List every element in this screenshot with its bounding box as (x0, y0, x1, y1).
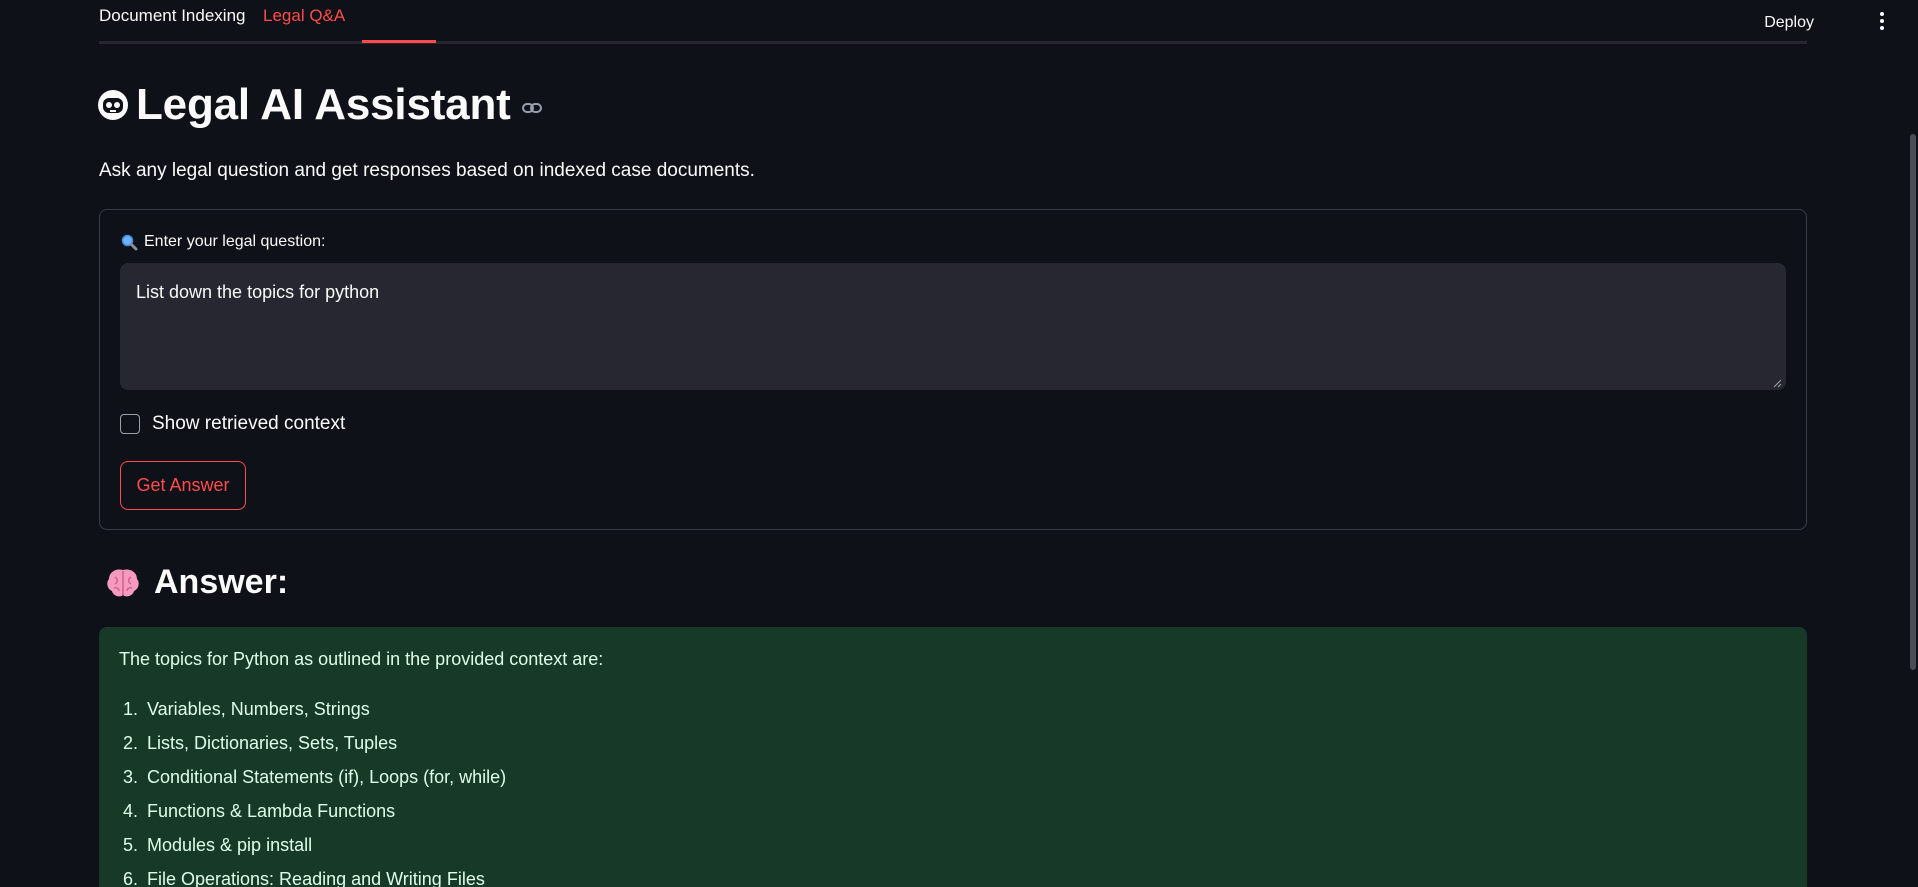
answer-intro: The topics for Python as outlined in the… (119, 649, 604, 669)
tab-bar: Document Indexing Legal Q&A (99, 0, 1807, 44)
tab-legal-qa[interactable]: Legal Q&A (263, 6, 345, 26)
question-label-row: Enter your legal question: (120, 233, 325, 251)
tab-document-indexing[interactable]: Document Indexing (99, 6, 245, 26)
get-answer-button[interactable]: Get Answer (120, 461, 246, 510)
active-tab-indicator (362, 40, 436, 43)
list-item: 3. Conditional Statements (if), Loops (fo… (123, 767, 507, 787)
answer-heading: Answer: (104, 563, 288, 602)
question-form: Enter your legal question: List down the… (99, 209, 1807, 530)
answer-box: The topics for Python as outlined in the… (99, 627, 1807, 887)
list-item: 5. Modules & pip install (123, 835, 313, 855)
link-icon[interactable] (521, 97, 543, 119)
list-item: 4. Functions & Lambda Functions (123, 801, 396, 821)
app-root: Document Indexing Legal Q&A Deploy Legal… (0, 0, 1918, 887)
answer-title: Answer: (154, 563, 289, 601)
page-title-row: Legal AI Assistant (96, 80, 543, 130)
list-item: 6. File Operations: Reading and Writing F… (123, 869, 485, 887)
question-label: Enter your legal question: (144, 233, 326, 250)
magnifier-icon (121, 234, 138, 251)
list-item: 2. Lists, Dictionaries, Sets, Tuples (123, 733, 398, 753)
answer-list: 1. Variables, Numbers, Strings 2. Lists, D… (119, 697, 506, 887)
deploy-button[interactable]: Deploy (1764, 14, 1814, 32)
show-context-label: Show retrieved context (152, 413, 346, 434)
more-vertical-icon[interactable] (1876, 10, 1888, 34)
robot-icon (98, 90, 128, 120)
page-subtitle: Ask any legal question and get responses… (99, 160, 755, 181)
page-title: Legal AI Assistant (136, 80, 511, 129)
page-scrollbar[interactable] (1910, 134, 1916, 670)
question-input[interactable]: List down the topics for python (120, 263, 1786, 390)
top-bar: Document Indexing Legal Q&A Deploy (0, 0, 1918, 44)
show-context-toggle[interactable]: Show retrieved context (120, 413, 345, 435)
brain-icon (107, 568, 139, 596)
show-context-checkbox[interactable] (120, 414, 140, 434)
list-item: 1. Variables, Numbers, Strings (123, 699, 370, 719)
resize-grip-icon[interactable] (1772, 378, 1782, 388)
